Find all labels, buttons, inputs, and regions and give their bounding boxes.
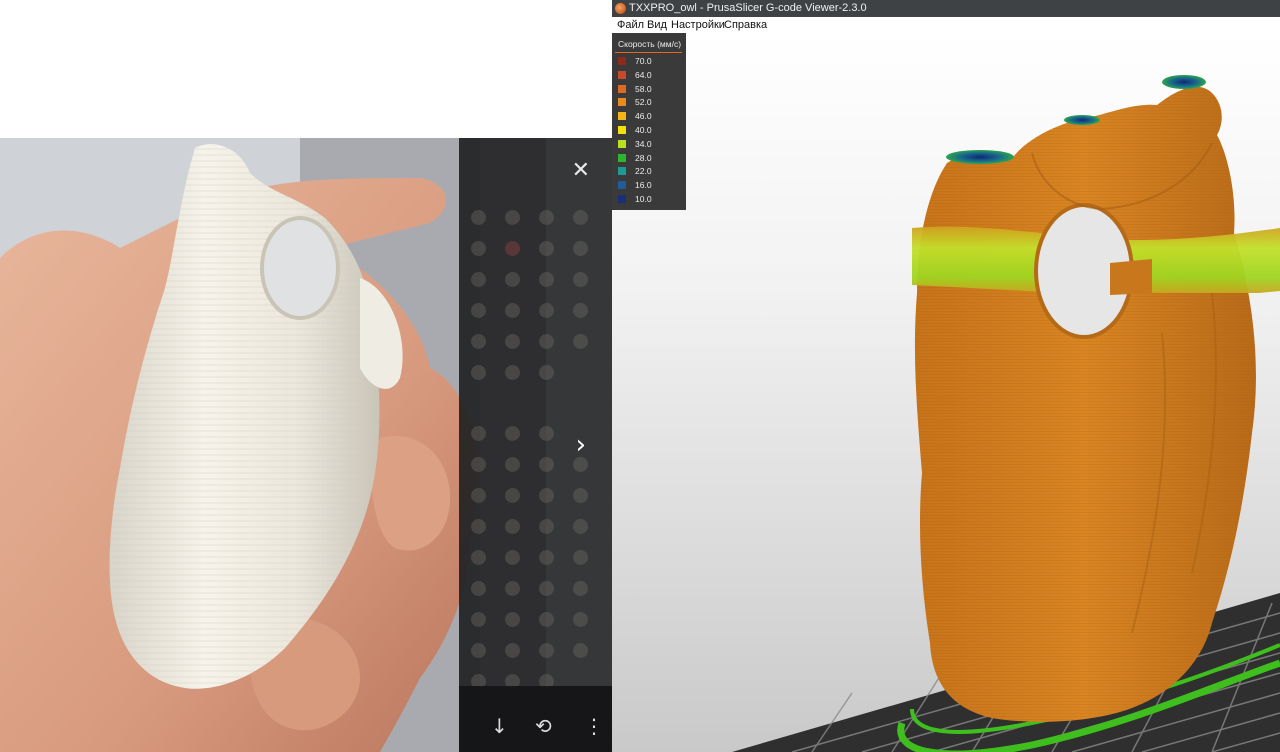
gcode-preview-scene <box>732 75 1280 752</box>
legend-value: 22.0 <box>635 166 652 177</box>
close-icon[interactable]: ✕ <box>572 160 590 182</box>
emoji-cell[interactable] <box>471 519 486 534</box>
legend-swatch <box>618 139 626 148</box>
emoji-cell[interactable] <box>471 550 486 565</box>
phone-bottom-bar: ↓ ⟲ ⋮ <box>459 686 612 752</box>
legend-value: 70.0 <box>635 56 652 66</box>
emoji-cell[interactable] <box>539 519 554 534</box>
legend-swatch <box>618 181 626 190</box>
emoji-cell[interactable] <box>573 612 588 627</box>
emoji-cell[interactable] <box>539 334 554 349</box>
emoji-cell[interactable] <box>471 581 486 596</box>
legend-value: 46.0 <box>635 111 652 122</box>
emoji-cell[interactable] <box>573 643 588 658</box>
legend-value: 34.0 <box>635 138 652 149</box>
legend-swatch <box>618 57 626 65</box>
emoji-cell[interactable] <box>539 241 554 256</box>
emoji-cell[interactable] <box>539 210 554 225</box>
legend-swatch <box>618 70 626 79</box>
emoji-cell[interactable] <box>573 303 588 318</box>
emoji-cell[interactable] <box>539 550 554 565</box>
menu-file[interactable]: Файл <box>617 17 644 33</box>
emoji-cell[interactable] <box>505 519 520 534</box>
legend-value: 28.0 <box>635 152 652 163</box>
emoji-cell[interactable] <box>505 426 520 441</box>
emoji-cell[interactable] <box>505 272 520 287</box>
emoji-cell[interactable] <box>573 241 588 256</box>
emoji-cell[interactable] <box>505 643 520 658</box>
menu-settings[interactable]: Настройки <box>671 17 725 33</box>
legend-value: 16.0 <box>635 180 652 191</box>
emoji-cell[interactable] <box>539 488 554 503</box>
legend-value: 40.0 <box>635 125 652 135</box>
emoji-cell[interactable] <box>471 334 486 349</box>
prusaslicer-app-icon <box>615 3 626 14</box>
legend-swatch <box>618 112 626 121</box>
emoji-cell[interactable] <box>505 581 520 596</box>
emoji-cell[interactable] <box>539 612 554 627</box>
emoji-cell[interactable] <box>539 581 554 596</box>
legend-value: 64.0 <box>635 69 652 80</box>
window-titlebar[interactable]: TXXPRO_owl - PrusaSlicer G-code Viewer-2… <box>612 0 1280 17</box>
emoji-cell[interactable] <box>471 426 486 441</box>
emoji-cell[interactable] <box>505 241 520 256</box>
emoji-cell[interactable] <box>573 581 588 596</box>
emoji-cell[interactable] <box>505 550 520 565</box>
emoji-cell[interactable] <box>539 365 554 380</box>
emoji-cell[interactable] <box>505 334 520 349</box>
legend-swatch <box>618 195 626 203</box>
speed-legend: Скорость (мм/с) 70.0 64.0 58.0 52.0 46.0… <box>612 33 686 210</box>
emoji-cell[interactable] <box>573 519 588 534</box>
emoji-cell[interactable] <box>539 426 554 441</box>
emoji-cell[interactable] <box>573 488 588 503</box>
emoji-cell[interactable] <box>539 272 554 287</box>
chevron-right-icon[interactable]: › <box>576 432 586 458</box>
menu-bar: Файл Вид Настройки Справка <box>612 17 1280 34</box>
emoji-cell[interactable] <box>471 365 486 380</box>
emoji-cell[interactable] <box>471 210 486 225</box>
emoji-cell[interactable] <box>573 550 588 565</box>
legend-swatch <box>618 167 626 176</box>
legend-value: 58.0 <box>635 83 652 94</box>
emoji-cell[interactable] <box>505 210 520 225</box>
emoji-cell[interactable] <box>539 303 554 318</box>
menu-view[interactable]: Вид <box>647 17 667 33</box>
legend-swatch <box>618 153 626 162</box>
emoji-cell[interactable] <box>573 210 588 225</box>
emoji-cell[interactable] <box>471 612 486 627</box>
legend-swatch <box>618 126 626 134</box>
phone-emoji-panel: ✕ › ↓ ⟲ ⋮ <box>459 138 612 752</box>
emoji-cell[interactable] <box>471 272 486 287</box>
menu-help[interactable]: Справка <box>724 17 767 33</box>
download-icon[interactable]: ↓ <box>491 716 508 736</box>
emoji-cell[interactable] <box>539 643 554 658</box>
emoji-cell[interactable] <box>505 457 520 472</box>
legend-swatch <box>618 84 626 93</box>
emoji-cell[interactable] <box>539 457 554 472</box>
emoji-cell[interactable] <box>573 272 588 287</box>
more-vertical-icon[interactable]: ⋮ <box>584 716 604 736</box>
emoji-cell[interactable] <box>471 241 486 256</box>
legend-value: 10.0 <box>635 194 652 204</box>
rotate-icon[interactable]: ⟲ <box>535 716 552 736</box>
emoji-cell[interactable] <box>505 303 520 318</box>
emoji-cell[interactable] <box>471 457 486 472</box>
emoji-cell[interactable] <box>471 303 486 318</box>
emoji-cell[interactable] <box>573 334 588 349</box>
emoji-cell[interactable] <box>471 643 486 658</box>
emoji-cell[interactable] <box>505 365 520 380</box>
legend-title: Скорость (мм/с) <box>618 39 682 49</box>
legend-swatch <box>618 98 626 107</box>
window-title: TXXPRO_owl - PrusaSlicer G-code Viewer-2… <box>629 2 867 14</box>
legend-divider <box>615 52 682 53</box>
emoji-cell[interactable] <box>471 488 486 503</box>
gcode-3d-viewport[interactable] <box>612 33 1280 752</box>
emoji-cell[interactable] <box>505 488 520 503</box>
legend-value: 52.0 <box>635 97 652 108</box>
emoji-cell[interactable] <box>505 612 520 627</box>
